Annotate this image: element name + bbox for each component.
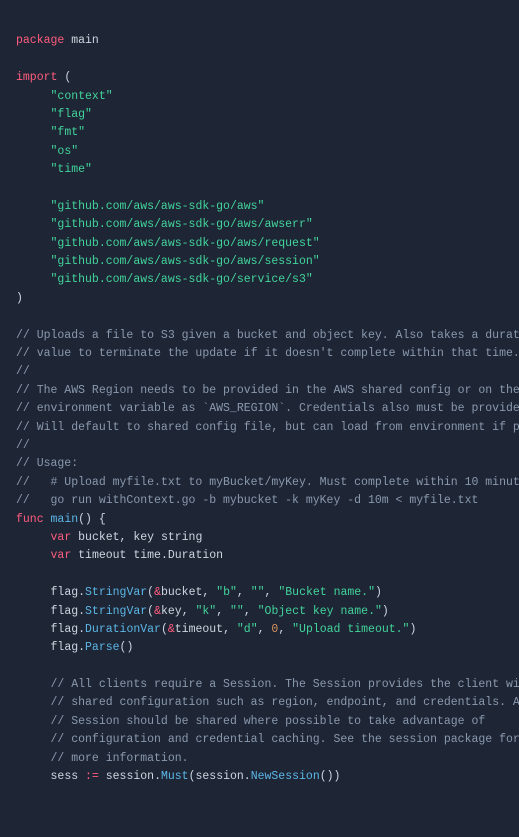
session-must: Must: [161, 770, 189, 783]
flag-calls: flag.StringVar(&bucket, "b", "", "Bucket…: [16, 586, 416, 636]
header-comments: // Uploads a file to S3 given a bucket a…: [16, 329, 519, 508]
package-name: main: [71, 34, 99, 47]
func-name: main: [51, 513, 79, 526]
keyword-package: package: [16, 34, 64, 47]
body-comments: // All clients require a Session. The Se…: [16, 678, 519, 765]
keyword-var: var: [51, 531, 72, 544]
session-new: NewSession: [251, 770, 320, 783]
keyword-func: func: [16, 513, 44, 526]
code-block: { "code": { "lang": "go", "package": "ma…: [0, 0, 519, 837]
keyword-import: import: [16, 71, 57, 84]
import-list: "context" "flag" "fmt" "os" "time" "gith…: [16, 90, 320, 287]
keyword-var: var: [51, 549, 72, 562]
var-decl: timeout time.Duration: [78, 549, 223, 562]
var-decl: bucket, key string: [78, 531, 202, 544]
flag-parse: Parse: [85, 641, 120, 654]
